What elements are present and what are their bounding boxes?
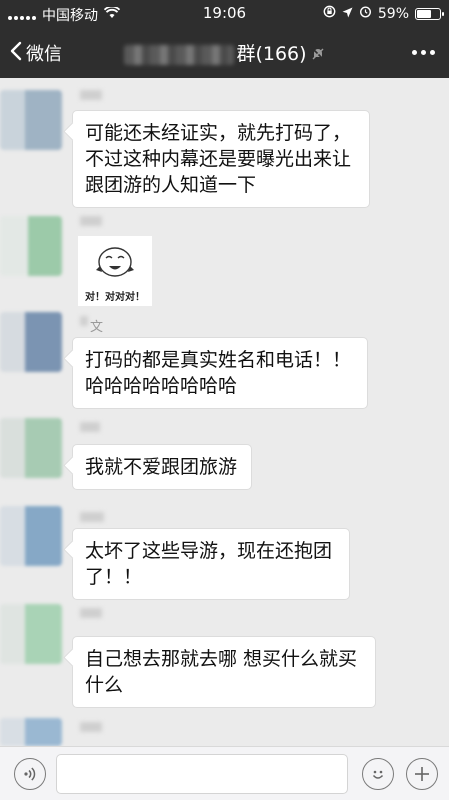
avatar[interactable] xyxy=(0,216,62,276)
voice-icon[interactable] xyxy=(14,758,46,790)
emoji-icon[interactable] xyxy=(362,758,394,790)
sender-name-blurred xyxy=(80,512,104,522)
message-bubble[interactable]: 自己想去那就去哪 想买什么就买 什么 xyxy=(72,636,376,708)
battery-fill xyxy=(417,9,432,18)
sender-name-blurred xyxy=(80,608,102,618)
blurred-group-name xyxy=(124,44,235,65)
sender-name-blurred xyxy=(80,722,102,732)
more-icon[interactable] xyxy=(412,50,435,55)
sender-name-blurred xyxy=(80,216,102,226)
battery-percent: 59% xyxy=(377,5,409,22)
plus-icon[interactable] xyxy=(406,758,438,790)
group-member-count: 群(166) xyxy=(236,43,307,65)
sender-name-blurred xyxy=(80,316,88,326)
status-right: 59% xyxy=(323,5,444,22)
message-bubble[interactable]: 可能还未经证实，就先打码了， 不过这种内幕还是要曝光出来让 跟团游的人知道一下 xyxy=(72,110,370,208)
chat-area[interactable]: 可能还未经证实，就先打码了， 不过这种内幕还是要曝光出来让 跟团游的人知道一下 … xyxy=(0,78,449,746)
sticker-message[interactable]: 对！对对对！ xyxy=(78,236,152,306)
avatar[interactable] xyxy=(0,418,62,478)
sender-name: 文 xyxy=(90,320,104,335)
avatar[interactable] xyxy=(0,506,62,566)
sender-name-blurred xyxy=(80,422,100,432)
status-bar: 中国移动 19:06 59% xyxy=(0,0,449,26)
location-icon xyxy=(342,6,353,22)
sender-name-blurred xyxy=(80,90,102,100)
lock-rotation-icon xyxy=(323,5,336,22)
sticker-caption: 对！对对对！ xyxy=(85,292,145,303)
avatar[interactable] xyxy=(0,312,62,372)
alarm-icon xyxy=(359,5,372,22)
avatar[interactable] xyxy=(0,604,62,664)
chat-title: 群(166) xyxy=(0,39,449,66)
battery-icon xyxy=(415,7,444,20)
sticker-face-icon xyxy=(96,247,134,277)
message-bubble[interactable]: 太坏了这些导游，现在还抱团 了！！ xyxy=(72,528,350,600)
mute-icon xyxy=(311,44,325,66)
nav-bar: 微信 群(166) xyxy=(0,26,449,78)
input-bar xyxy=(0,746,449,800)
message-bubble[interactable]: 打码的都是真实姓名和电话！！ 哈哈哈哈哈哈哈哈 xyxy=(72,337,368,409)
avatar[interactable] xyxy=(0,90,62,150)
message-bubble[interactable]: 我就不爱跟团旅游 xyxy=(72,444,252,490)
avatar[interactable] xyxy=(0,718,62,746)
message-input[interactable] xyxy=(56,754,348,794)
